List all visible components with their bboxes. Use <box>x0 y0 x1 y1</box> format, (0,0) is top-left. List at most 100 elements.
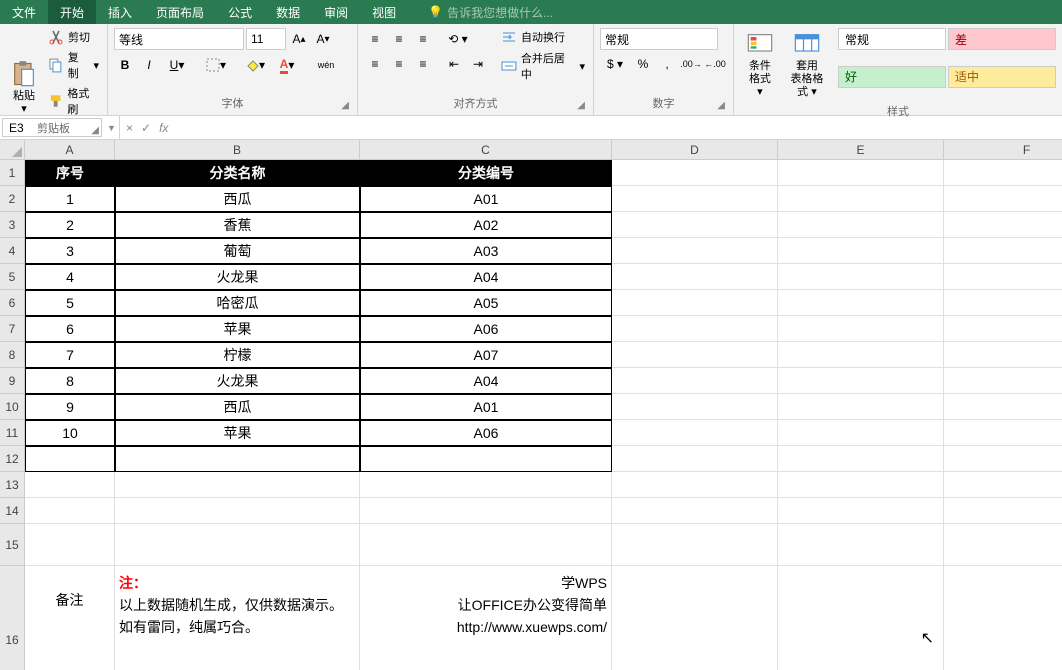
align-top-button[interactable]: ≡ <box>364 28 386 50</box>
cell-A13[interactable] <box>25 472 115 498</box>
cell-B2[interactable]: 西瓜 <box>115 186 360 212</box>
fx-button[interactable]: fx <box>159 121 168 135</box>
row-header-10[interactable]: 10 <box>0 394 25 420</box>
style-neutral[interactable]: 适中 <box>948 66 1056 88</box>
cell-E2[interactable] <box>778 186 944 212</box>
col-header-B[interactable]: B <box>115 140 360 160</box>
menu-审阅[interactable]: 审阅 <box>312 0 360 24</box>
cell-A16[interactable]: 备注 <box>25 566 115 670</box>
phonetic-button[interactable]: wén <box>311 54 341 76</box>
cell-D2[interactable] <box>612 186 778 212</box>
cell-D10[interactable] <box>612 394 778 420</box>
col-header-A[interactable]: A <box>25 140 115 160</box>
cell-B16[interactable]: 注：以上数据随机生成，仅供数据演示。如有雷同，纯属巧合。 <box>115 566 360 670</box>
menu-数据[interactable]: 数据 <box>264 0 312 24</box>
cell-C16[interactable]: 学WPS让OFFICE办公变得简单http://www.xuewps.com/ <box>360 566 612 670</box>
cell-D3[interactable] <box>612 212 778 238</box>
cell-E12[interactable] <box>778 446 944 472</box>
cell-A9[interactable]: 8 <box>25 368 115 394</box>
cell-C7[interactable]: A06 <box>360 316 612 342</box>
dialog-launcher-icon[interactable]: ◢ <box>577 100 585 111</box>
cell-C1[interactable]: 分类编号 <box>360 160 612 186</box>
percent-button[interactable]: % <box>632 53 654 75</box>
cell-B3[interactable]: 香蕉 <box>115 212 360 238</box>
cell-A8[interactable]: 7 <box>25 342 115 368</box>
wrap-text-button[interactable]: 自动换行 <box>499 28 587 46</box>
cell-A14[interactable] <box>25 498 115 524</box>
cut-button[interactable]: 剪切 <box>46 28 101 46</box>
cell-A1[interactable]: 序号 <box>25 160 115 186</box>
cell-D4[interactable] <box>612 238 778 264</box>
menu-开始[interactable]: 开始 <box>48 0 96 24</box>
cell-F4[interactable] <box>944 238 1062 264</box>
cell-C11[interactable]: A06 <box>360 420 612 446</box>
cell-F12[interactable] <box>944 446 1062 472</box>
cell-C8[interactable]: A07 <box>360 342 612 368</box>
cell-D7[interactable] <box>612 316 778 342</box>
cell-D9[interactable] <box>612 368 778 394</box>
cell-D14[interactable] <box>612 498 778 524</box>
cell-F11[interactable] <box>944 420 1062 446</box>
cell-C10[interactable]: A01 <box>360 394 612 420</box>
cell-F14[interactable] <box>944 498 1062 524</box>
cell-B5[interactable]: 火龙果 <box>115 264 360 290</box>
cell-F5[interactable] <box>944 264 1062 290</box>
cell-B14[interactable] <box>115 498 360 524</box>
cell-D16[interactable] <box>612 566 778 670</box>
dialog-launcher-icon[interactable]: ◢ <box>341 100 349 111</box>
cell-A11[interactable]: 10 <box>25 420 115 446</box>
cell-E4[interactable] <box>778 238 944 264</box>
cell-A5[interactable]: 4 <box>25 264 115 290</box>
row-header-11[interactable]: 11 <box>0 420 25 446</box>
orientation-button[interactable]: ⟲ ▾ <box>443 28 473 50</box>
cell-B1[interactable]: 分类名称 <box>115 160 360 186</box>
row-header-6[interactable]: 6 <box>0 290 25 316</box>
border-button[interactable]: ▾ <box>201 54 231 76</box>
font-size-select[interactable] <box>246 28 286 50</box>
cell-C13[interactable] <box>360 472 612 498</box>
style-normal[interactable]: 常规 <box>838 28 946 50</box>
merge-center-button[interactable]: 合并后居中 ▾ <box>499 49 587 83</box>
cell-E14[interactable] <box>778 498 944 524</box>
cell-B6[interactable]: 哈密瓜 <box>115 290 360 316</box>
dialog-launcher-icon[interactable]: ◢ <box>91 125 99 136</box>
row-header-15[interactable]: 15 <box>0 524 25 566</box>
font-color-button[interactable]: A ▾ <box>272 54 302 76</box>
cell-F9[interactable] <box>944 368 1062 394</box>
cell-D1[interactable] <box>612 160 778 186</box>
col-header-E[interactable]: E <box>778 140 944 160</box>
align-center-button[interactable]: ≡ <box>388 53 410 75</box>
cell-B7[interactable]: 苹果 <box>115 316 360 342</box>
cell-A12[interactable] <box>25 446 115 472</box>
decrease-decimal-button[interactable]: ←.00 <box>704 53 726 75</box>
increase-indent-button[interactable]: ⇥ <box>467 53 489 75</box>
col-header-C[interactable]: C <box>360 140 612 160</box>
cell-C12[interactable] <box>360 446 612 472</box>
cell-A7[interactable]: 6 <box>25 316 115 342</box>
cell-D8[interactable] <box>612 342 778 368</box>
cell-D13[interactable] <box>612 472 778 498</box>
cell-C6[interactable]: A05 <box>360 290 612 316</box>
cell-E11[interactable] <box>778 420 944 446</box>
align-right-button[interactable]: ≡ <box>412 53 434 75</box>
cell-C15[interactable] <box>360 524 612 566</box>
row-header-2[interactable]: 2 <box>0 186 25 212</box>
cell-E7[interactable] <box>778 316 944 342</box>
cell-A6[interactable]: 5 <box>25 290 115 316</box>
comma-button[interactable]: , <box>656 53 678 75</box>
cell-A2[interactable]: 1 <box>25 186 115 212</box>
cell-E1[interactable] <box>778 160 944 186</box>
font-name-select[interactable] <box>114 28 244 50</box>
cell-C2[interactable]: A01 <box>360 186 612 212</box>
cell-E16[interactable] <box>778 566 944 670</box>
cell-D12[interactable] <box>612 446 778 472</box>
cell-C3[interactable]: A02 <box>360 212 612 238</box>
row-header-16[interactable]: 16 <box>0 566 25 670</box>
col-header-D[interactable]: D <box>612 140 778 160</box>
select-all-corner[interactable] <box>0 140 25 160</box>
row-header-8[interactable]: 8 <box>0 342 25 368</box>
cell-E10[interactable] <box>778 394 944 420</box>
tell-me-input[interactable]: 💡告诉我您想做什么... <box>416 0 565 24</box>
cell-B13[interactable] <box>115 472 360 498</box>
underline-button[interactable]: U ▾ <box>162 54 192 76</box>
